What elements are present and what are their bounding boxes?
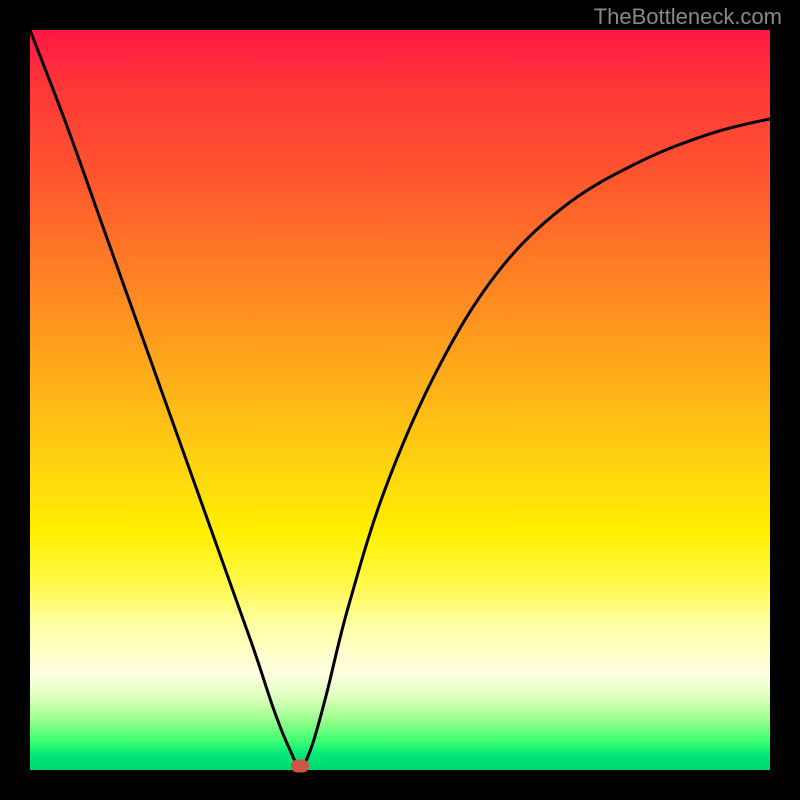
bottleneck-curve (30, 30, 770, 770)
optimal-point-marker (291, 760, 309, 773)
attribution-text: TheBottleneck.com (594, 4, 782, 30)
